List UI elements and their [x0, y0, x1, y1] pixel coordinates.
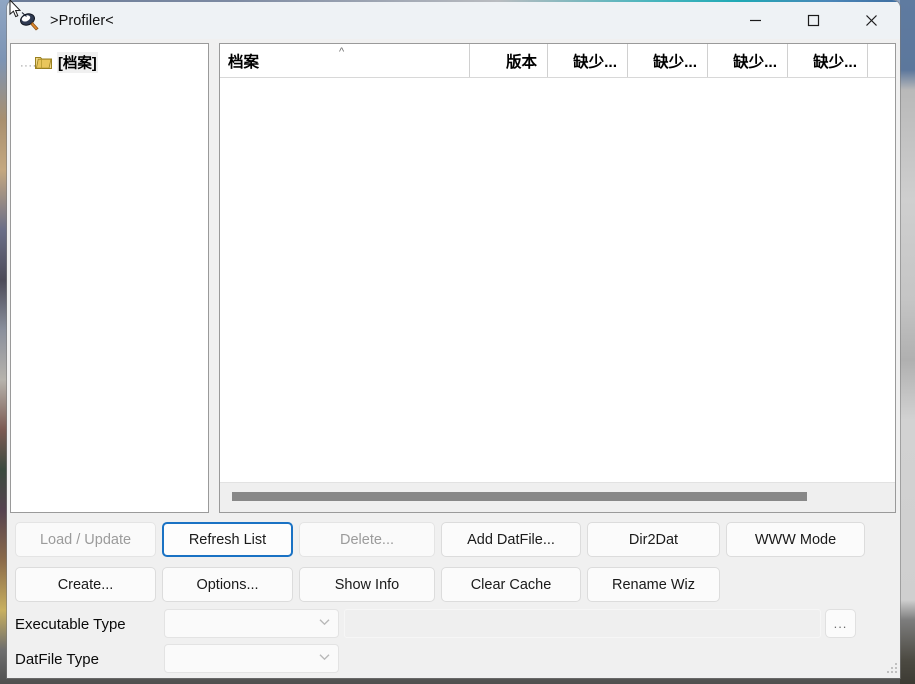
tree-node-archive[interactable]: ···· [档案]	[11, 51, 208, 73]
column-header-version[interactable]: 版本	[470, 44, 548, 77]
dir2dat-button[interactable]: Dir2Dat	[587, 522, 720, 557]
clear-cache-button[interactable]: Clear Cache	[441, 567, 581, 602]
datfile-type-label: DatFile Type	[15, 650, 99, 668]
maximize-button[interactable]	[784, 2, 842, 39]
refresh-list-button[interactable]: Refresh List	[162, 522, 293, 557]
file-list-panel[interactable]: 档案 ^ 版本 缺少... 缺少... 缺少... 缺少...	[219, 43, 896, 513]
titlebar: >Profiler<	[7, 2, 900, 39]
list-column-headers: 档案 ^ 版本 缺少... 缺少... 缺少... 缺少...	[220, 44, 895, 78]
list-rows-container[interactable]	[220, 78, 895, 482]
executable-type-label: Executable Type	[15, 615, 126, 633]
column-label: 缺少...	[573, 53, 617, 71]
close-icon	[865, 15, 877, 26]
close-button[interactable]	[842, 2, 900, 39]
column-header-missing-2[interactable]: 缺少...	[628, 44, 708, 77]
maximize-icon	[807, 14, 819, 27]
executable-type-row: Executable Type ...	[7, 607, 900, 641]
window-title: >Profiler<	[50, 12, 114, 29]
options-button[interactable]: Options...	[162, 567, 293, 602]
column-header-missing-4[interactable]: 缺少...	[788, 44, 868, 77]
chevron-down-icon	[319, 618, 330, 629]
column-header-spacer[interactable]	[868, 44, 895, 77]
add-datfile-button[interactable]: Add DatFile...	[441, 522, 581, 557]
horizontal-scrollbar[interactable]	[220, 482, 895, 512]
datfile-type-row: DatFile Type	[7, 642, 900, 676]
sort-ascending-icon: ^	[339, 46, 345, 58]
minimize-button[interactable]	[726, 2, 784, 39]
column-header-missing-3[interactable]: 缺少...	[708, 44, 788, 77]
folder-icon	[35, 55, 52, 69]
client-area: ···· [档案] 档案 ^ 版本 缺少... 缺少... 缺少... 缺少..…	[7, 39, 900, 678]
chevron-down-icon	[319, 653, 330, 664]
tree-line: ····	[20, 60, 37, 72]
datfile-type-select[interactable]	[164, 644, 339, 673]
archive-tree-panel[interactable]: ···· [档案]	[10, 43, 209, 513]
column-header-missing-1[interactable]: 缺少...	[548, 44, 628, 77]
rename-wiz-button[interactable]: Rename Wiz	[587, 567, 720, 602]
column-label: 缺少...	[733, 53, 777, 71]
column-label: 缺少...	[813, 53, 857, 71]
column-label: 版本	[505, 53, 537, 71]
load-update-button[interactable]: Load / Update	[15, 522, 156, 557]
column-header-archive[interactable]: 档案 ^	[220, 44, 470, 77]
profiler-window: >Profiler< ···· [档案] 档案 ^ 版本 缺少... 缺少...…	[7, 0, 900, 678]
delete-button[interactable]: Delete...	[299, 522, 435, 557]
tree-node-label: [档案]	[57, 51, 98, 73]
executable-type-select[interactable]	[164, 609, 339, 638]
window-controls	[726, 2, 900, 39]
column-label: 档案	[228, 53, 260, 71]
mouse-cursor	[9, 0, 22, 24]
show-info-button[interactable]: Show Info	[299, 567, 435, 602]
minimize-icon	[749, 19, 761, 22]
browse-executable-button[interactable]: ...	[825, 609, 856, 638]
resize-grip[interactable]	[882, 660, 899, 677]
horizontal-scrollbar-thumb[interactable]	[232, 492, 807, 501]
executable-path-field[interactable]	[344, 609, 821, 638]
create-button[interactable]: Create...	[15, 567, 156, 602]
www-mode-button[interactable]: WWW Mode	[726, 522, 865, 557]
desktop-wallpaper-right	[900, 0, 915, 684]
column-label: 缺少...	[653, 53, 697, 71]
